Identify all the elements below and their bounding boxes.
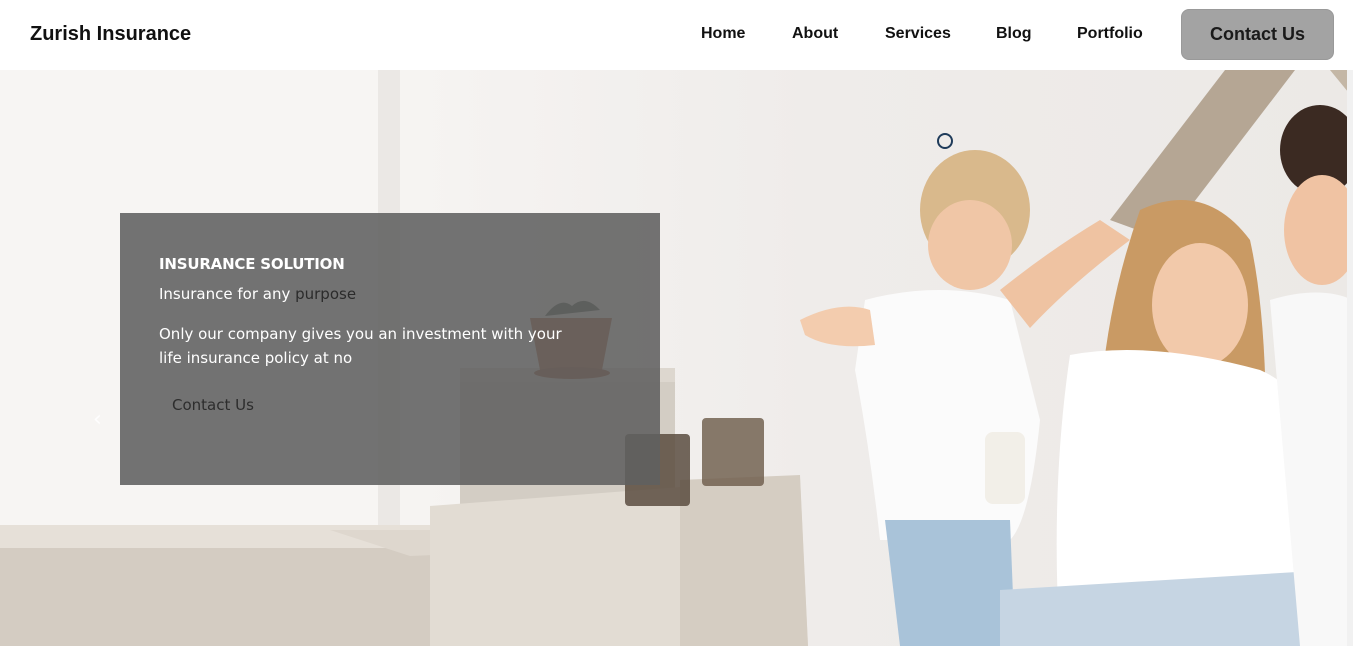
nav-link-portfolio[interactable]: Portfolio [1077, 25, 1143, 43]
nav-link-about[interactable]: About [792, 25, 838, 43]
nav-link-home[interactable]: Home [701, 25, 745, 43]
brand-logo-text[interactable]: Zurish Insurance [30, 23, 191, 46]
vertical-scrollbar[interactable] [1347, 70, 1353, 646]
hero-description: Only our company gives you an investment… [159, 325, 562, 367]
chevron-right-icon[interactable]: › [1240, 407, 1249, 432]
nav-link-blog[interactable]: Blog [996, 25, 1032, 43]
carousel-indicator-dot[interactable] [937, 133, 953, 149]
hero-caption-panel: INSURANCE SOLUTION Insurance for any pur… [120, 213, 660, 485]
contact-us-nav-button[interactable]: Contact Us [1181, 9, 1334, 60]
chevron-left-icon[interactable]: ‹ [93, 407, 102, 432]
hero-title: INSURANCE SOLUTION [159, 255, 345, 273]
hero-contact-us-button[interactable]: Contact Us [159, 390, 269, 420]
navbar: Zurish Insurance Home About Services Blo… [0, 0, 1353, 70]
nav-link-services[interactable]: Services [885, 25, 951, 43]
hero-subtitle-prefix: Insurance for any [159, 285, 296, 303]
hero-subtitle: Insurance for any purpose [159, 285, 356, 303]
hero-subtitle-accent: purpose [295, 285, 357, 303]
